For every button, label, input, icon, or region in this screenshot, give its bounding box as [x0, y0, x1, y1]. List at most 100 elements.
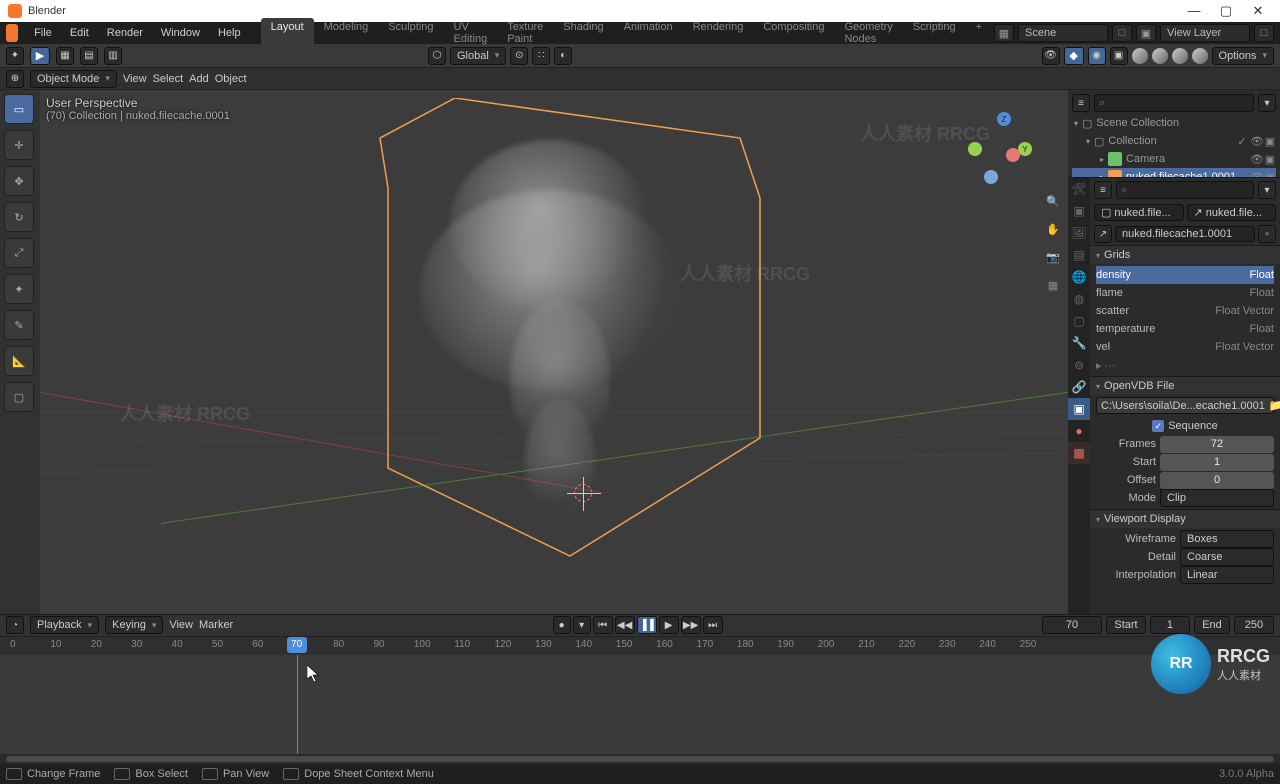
- snap-to-icon[interactable]: ∷: [532, 47, 550, 65]
- panel-grids-header[interactable]: Grids: [1090, 246, 1280, 264]
- menu-window[interactable]: Window: [153, 25, 208, 41]
- editor-type-icon[interactable]: ✦: [6, 47, 24, 65]
- grid-scatter[interactable]: scatterFloat Vector: [1096, 302, 1274, 320]
- outliner-scene-collection[interactable]: ▾▢ Scene Collection: [1072, 114, 1276, 132]
- measure-tool[interactable]: 📐: [4, 346, 34, 376]
- next-key-button[interactable]: ▶▶: [681, 616, 701, 634]
- outliner-item-volume[interactable]: ▸ nuked.filecache1.0001 👁▣: [1072, 168, 1276, 178]
- properties-panel[interactable]: ≡ ⌕ ▾ ▢ nuked.file... ↗ nuked.file... ↗ …: [1090, 178, 1280, 614]
- shading-render-icon[interactable]: [1192, 48, 1208, 64]
- restrict-render-icon[interactable]: ▣: [1264, 135, 1276, 148]
- ptab-modifiers[interactable]: 🔧: [1068, 332, 1090, 354]
- crumb-data[interactable]: ↗ nuked.file...: [1187, 204, 1277, 221]
- tab-sculpting[interactable]: Sculpting: [378, 18, 443, 48]
- ptab-tool[interactable]: 🛠: [1068, 178, 1090, 200]
- outliner[interactable]: ≡ ⌕ ▾ ▾▢ Scene Collection ▾▢ Collection …: [1068, 90, 1280, 178]
- tl-marker[interactable]: Marker: [199, 619, 233, 631]
- shading-solid-icon[interactable]: [1152, 48, 1168, 64]
- ptab-scene[interactable]: 🌐: [1068, 266, 1090, 288]
- scene-new-icon[interactable]: □: [1112, 24, 1132, 42]
- start-frame-input[interactable]: 1: [1150, 616, 1190, 634]
- persp-ortho-icon[interactable]: ▦: [1042, 274, 1064, 296]
- scene-browse-icon[interactable]: ▦: [994, 24, 1014, 42]
- tab-shading[interactable]: Shading: [553, 18, 613, 48]
- outliner-filter-icon[interactable]: ▾: [1258, 94, 1276, 112]
- annotate-tool[interactable]: ✎: [4, 310, 34, 340]
- panel-viewport-display-header[interactable]: Viewport Display: [1090, 510, 1280, 528]
- playback-menu[interactable]: Playback: [30, 616, 99, 634]
- tab-texpaint[interactable]: Texture Paint: [497, 18, 553, 48]
- ptab-constraints[interactable]: 🔗: [1068, 376, 1090, 398]
- timeline-type-icon[interactable]: ◔: [6, 616, 24, 634]
- crumb-object[interactable]: ▢ nuked.file...: [1094, 204, 1184, 221]
- scene-name[interactable]: Scene: [1018, 24, 1108, 42]
- ptab-physics[interactable]: ⊚: [1068, 354, 1090, 376]
- camera-view-icon[interactable]: 📷: [1042, 246, 1064, 268]
- ptab-render[interactable]: ▣: [1068, 200, 1090, 222]
- scale-tool[interactable]: ⤢: [4, 238, 34, 268]
- viewlayer-icon[interactable]: ▣: [1136, 24, 1156, 42]
- start-input[interactable]: 1: [1160, 454, 1274, 471]
- addprim-tool[interactable]: ▢: [4, 382, 34, 412]
- menu-render[interactable]: Render: [99, 25, 151, 41]
- blender-logo-icon[interactable]: [6, 24, 18, 42]
- frames-input[interactable]: 72: [1160, 436, 1274, 453]
- prop-type-icon[interactable]: ≡: [1094, 181, 1112, 199]
- menu-file[interactable]: File: [26, 25, 60, 41]
- shading-matprev-icon[interactable]: [1172, 48, 1188, 64]
- move-tool[interactable]: ✥: [4, 166, 34, 196]
- transform-tool[interactable]: ✦: [4, 274, 34, 304]
- keying-menu[interactable]: Keying: [105, 616, 163, 634]
- ptab-data[interactable]: ▣: [1068, 398, 1090, 420]
- outliner-search[interactable]: ⌕: [1094, 94, 1254, 112]
- jump-start-button[interactable]: ⏮: [593, 616, 613, 634]
- timeline-scrollbar[interactable]: [0, 754, 1280, 764]
- max-button[interactable]: ▢: [1212, 3, 1240, 19]
- ptab-texture[interactable]: ▩: [1068, 442, 1090, 464]
- vmenu-add[interactable]: Add: [189, 73, 209, 85]
- playhead[interactable]: 70: [297, 655, 298, 754]
- zoom-icon[interactable]: 🔍: [1042, 190, 1064, 212]
- vdb-filepath[interactable]: C:\Users\soila\De...ecache1.0001📁: [1096, 397, 1274, 414]
- overlays-icon[interactable]: ◉: [1088, 47, 1106, 65]
- axis-neg-y-icon[interactable]: [968, 142, 982, 156]
- autokey-icon[interactable]: ●: [553, 616, 571, 634]
- axis-z-icon[interactable]: Z: [997, 112, 1011, 126]
- proportional-icon[interactable]: ◐: [554, 47, 572, 65]
- outliner-collection[interactable]: ▾▢ Collection ✓👁▣: [1072, 132, 1276, 150]
- pivot-icon[interactable]: ⊙: [510, 47, 528, 65]
- snap-vert-icon[interactable]: ▥: [104, 47, 122, 65]
- folder-icon[interactable]: 📁: [1269, 399, 1280, 412]
- transform-orient[interactable]: Global: [450, 47, 506, 65]
- keying-dd-icon[interactable]: ▾: [573, 616, 591, 634]
- shading-wire-icon[interactable]: [1132, 48, 1148, 64]
- snap-edge-icon[interactable]: ▤: [80, 47, 98, 65]
- ptab-viewlayer[interactable]: ▤: [1068, 244, 1090, 266]
- play-button[interactable]: ▶: [659, 616, 679, 634]
- datablock-browse-icon[interactable]: ↗: [1094, 225, 1112, 243]
- tab-layout[interactable]: Layout: [261, 18, 314, 48]
- ptab-object[interactable]: ▢: [1068, 310, 1090, 332]
- interp-select[interactable]: Linear: [1180, 566, 1274, 584]
- options-dd[interactable]: Options: [1212, 47, 1274, 65]
- grids-list[interactable]: densityFloat flameFloat scatterFloat Vec…: [1090, 264, 1280, 376]
- magnet-icon[interactable]: ⬡: [428, 47, 446, 65]
- play-rev-button[interactable]: ▐▐: [637, 616, 657, 634]
- ptab-world[interactable]: ◍: [1068, 288, 1090, 310]
- tab-add[interactable]: +: [966, 18, 992, 48]
- tab-geonodes[interactable]: Geometry Nodes: [834, 18, 902, 48]
- rotate-tool[interactable]: ↻: [4, 202, 34, 232]
- axis-x-icon[interactable]: [1006, 148, 1020, 162]
- outliner-item-camera[interactable]: ▸ Camera 👁▣: [1072, 150, 1276, 168]
- current-frame-display[interactable]: 70: [1042, 616, 1102, 634]
- cursor-tool[interactable]: ✛: [4, 130, 34, 160]
- datablock-users-icon[interactable]: ▫: [1258, 225, 1276, 243]
- panel-openvdb-header[interactable]: OpenVDB File: [1090, 377, 1280, 395]
- gizmo-toggle-icon[interactable]: ◆: [1064, 47, 1084, 65]
- tab-anim[interactable]: Animation: [614, 18, 683, 48]
- ptab-output[interactable]: 🖼: [1068, 222, 1090, 244]
- pan-icon[interactable]: ✋: [1042, 218, 1064, 240]
- axis-y-icon[interactable]: Y: [1018, 142, 1032, 156]
- tab-comp[interactable]: Compositing: [753, 18, 834, 48]
- mode-select[interactable]: Clip: [1160, 489, 1274, 507]
